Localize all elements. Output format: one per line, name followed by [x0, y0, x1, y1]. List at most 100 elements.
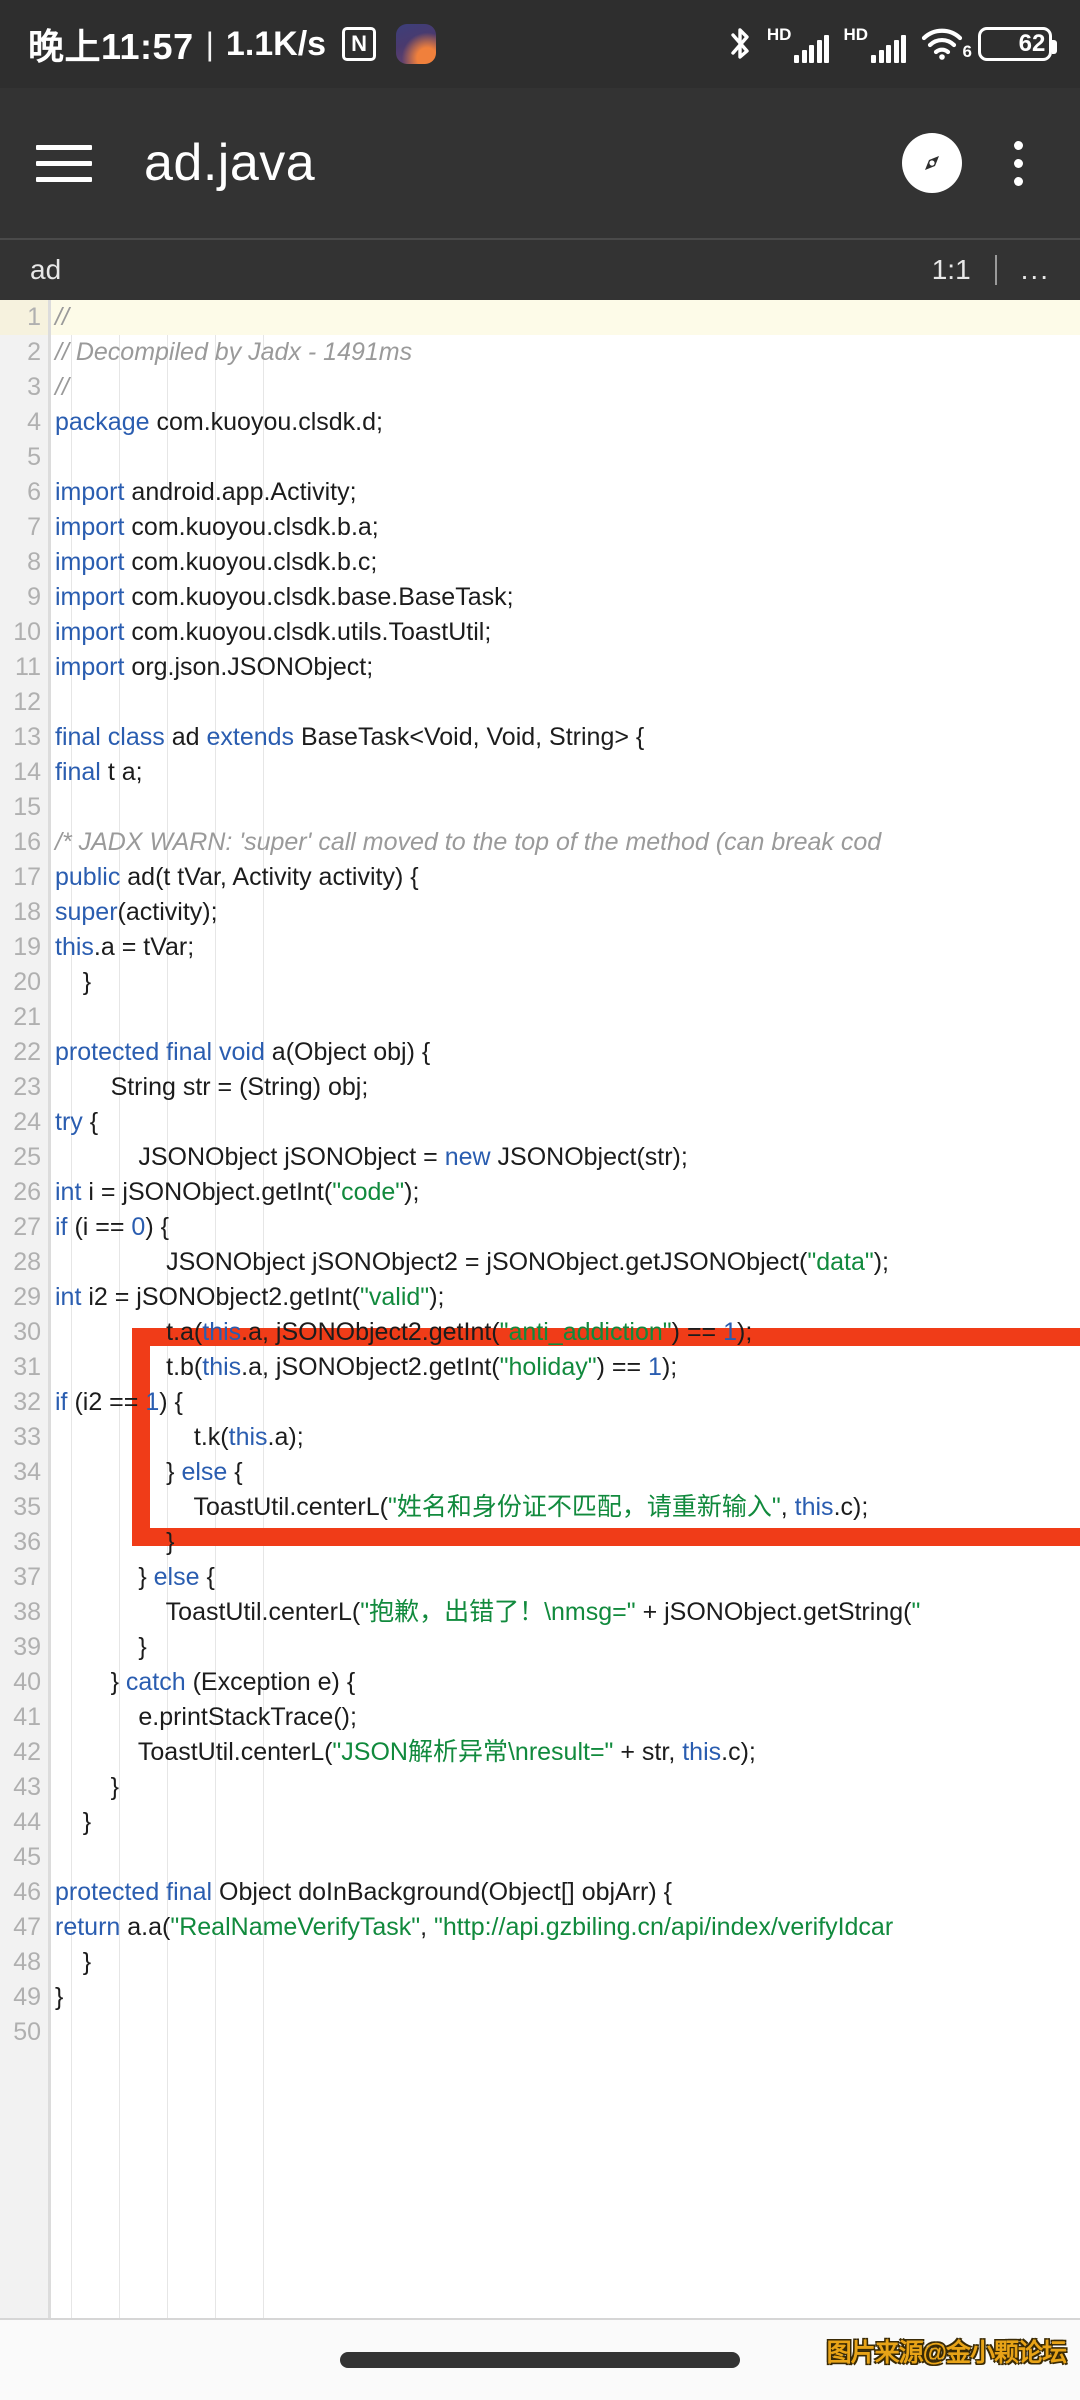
code-line-text[interactable]: ToastUtil.centerL("JSON解析异常\nresult=" + …	[51, 1735, 1080, 1770]
code-line[interactable]: 47 return a.a("RealNameVerifyTask", "htt…	[0, 1910, 1080, 1945]
code-line-text[interactable]	[51, 2015, 1080, 2050]
code-line[interactable]: 13 final class ad extends BaseTask<Void, …	[0, 720, 1080, 755]
code-line-text[interactable]: // Decompiled by Jadx - 1491ms	[51, 335, 1080, 370]
code-line[interactable]: 4 package com.kuoyou.clsdk.d;	[0, 405, 1080, 440]
code-line-text[interactable]: int i2 = jSONObject2.getInt("valid");	[51, 1280, 1080, 1315]
code-line-text[interactable]: final t a;	[51, 755, 1080, 790]
code-line-text[interactable]: super (activity);	[51, 895, 1080, 930]
code-line-text[interactable]: }	[51, 1630, 1080, 1665]
code-line-text[interactable]: t.k(this .a);	[51, 1420, 1080, 1455]
code-line-text[interactable]: protected final void a(Object obj) {	[51, 1035, 1080, 1070]
code-line-text[interactable]: public ad(t tVar, Activity activity) {	[51, 860, 1080, 895]
code-line[interactable]: 19 this .a = tVar;	[0, 930, 1080, 965]
open-tab-label[interactable]: ad	[30, 254, 932, 286]
code-line[interactable]: 16 /* JADX WARN: 'super' call moved to t…	[0, 825, 1080, 860]
code-line[interactable]: 20 }	[0, 965, 1080, 1000]
code-line-text[interactable]: /* JADX WARN: 'super' call moved to the …	[51, 825, 1080, 860]
code-line[interactable]: 12	[0, 685, 1080, 720]
code-line-text[interactable]	[51, 1000, 1080, 1035]
code-line[interactable]: 5	[0, 440, 1080, 475]
code-line[interactable]: 24 try {	[0, 1105, 1080, 1140]
code-line[interactable]: 37 } else {	[0, 1560, 1080, 1595]
code-line-text[interactable]: int i = jSONObject.getInt("code");	[51, 1175, 1080, 1210]
code-line[interactable]: 33 t.k(this .a);	[0, 1420, 1080, 1455]
code-line-text[interactable]: }	[51, 1805, 1080, 1840]
code-line-text[interactable]: e.printStackTrace();	[51, 1700, 1080, 1735]
code-line[interactable]: 3//	[0, 370, 1080, 405]
code-line-text[interactable]	[51, 685, 1080, 720]
code-line-text[interactable]: final class ad extends BaseTask<Void, Vo…	[51, 720, 1080, 755]
code-line[interactable]: 1//	[0, 300, 1080, 335]
code-line-text[interactable]: import com.kuoyou.clsdk.utils.ToastUtil;	[51, 615, 1080, 650]
code-line-text[interactable]: //	[51, 300, 1080, 335]
code-line-text[interactable]: } else {	[51, 1560, 1080, 1595]
code-line[interactable]: 46 protected final Object doInBackground…	[0, 1875, 1080, 1910]
code-line[interactable]: 11 import org.json.JSONObject;	[0, 650, 1080, 685]
code-line[interactable]: 42 ToastUtil.centerL("JSON解析异常\nresult="…	[0, 1735, 1080, 1770]
code-line[interactable]: 49}	[0, 1980, 1080, 2015]
code-line[interactable]: 50	[0, 2015, 1080, 2050]
gesture-nav-pill[interactable]	[340, 2352, 740, 2368]
code-line-text[interactable]: t.b(this .a, jSONObject2.getInt("holiday"…	[51, 1350, 1080, 1385]
code-line[interactable]: 28 JSONObject jSONObject2 = jSONObject.g…	[0, 1245, 1080, 1280]
code-line[interactable]: 39 }	[0, 1630, 1080, 1665]
code-line-text[interactable]: JSONObject jSONObject = new JSONObject(s…	[51, 1140, 1080, 1175]
code-line[interactable]: 6 import android.app.Activity;	[0, 475, 1080, 510]
code-line[interactable]: 2// Decompiled by Jadx - 1491ms	[0, 335, 1080, 370]
code-line[interactable]: 36 }	[0, 1525, 1080, 1560]
code-line[interactable]: 22 protected final void a(Object obj) {	[0, 1035, 1080, 1070]
code-line[interactable]: 8 import com.kuoyou.clsdk.b.c;	[0, 545, 1080, 580]
code-line-text[interactable]: t.a(this .a, jSONObject2.getInt("anti_add…	[51, 1315, 1080, 1350]
code-line-text[interactable]: JSONObject jSONObject2 = jSONObject.getJ…	[51, 1245, 1080, 1280]
code-line[interactable]: 40 } catch (Exception e) {	[0, 1665, 1080, 1700]
code-line[interactable]: 27 if (i == 0) {	[0, 1210, 1080, 1245]
code-line[interactable]: 41 e.printStackTrace();	[0, 1700, 1080, 1735]
code-line-text[interactable]: }	[51, 1525, 1080, 1560]
code-line-text[interactable]: //	[51, 370, 1080, 405]
code-line[interactable]: 34 } else {	[0, 1455, 1080, 1490]
code-line-text[interactable]: return a.a("RealNameVerifyTask", "http:/…	[51, 1910, 1080, 1945]
code-line[interactable]: 44 }	[0, 1805, 1080, 1840]
code-line-text[interactable]: } catch (Exception e) {	[51, 1665, 1080, 1700]
code-line-text[interactable]	[51, 440, 1080, 475]
code-line-text[interactable]: ToastUtil.centerL("姓名和身份证不匹配，请重新输入", thi…	[51, 1490, 1080, 1525]
code-line-text[interactable]: protected final Object doInBackground(Ob…	[51, 1875, 1080, 1910]
code-line[interactable]: 25 JSONObject jSONObject = new JSONObjec…	[0, 1140, 1080, 1175]
code-line-text[interactable]: import org.json.JSONObject;	[51, 650, 1080, 685]
compass-navigate-icon[interactable]	[902, 133, 962, 193]
code-line[interactable]: 18 super (activity);	[0, 895, 1080, 930]
code-line[interactable]: 38 ToastUtil.centerL("抱歉，出错了！\nmsg=" + j…	[0, 1595, 1080, 1630]
code-line[interactable]: 15	[0, 790, 1080, 825]
code-line[interactable]: 14 final t a;	[0, 755, 1080, 790]
code-line[interactable]: 23 String str = (String) obj;	[0, 1070, 1080, 1105]
code-line[interactable]: 31 t.b(this .a, jSONObject2.getInt("holid…	[0, 1350, 1080, 1385]
code-line-text[interactable]: }	[51, 1945, 1080, 1980]
code-line[interactable]: 9 import com.kuoyou.clsdk.base.BaseTask;	[0, 580, 1080, 615]
code-line-text[interactable]: ToastUtil.centerL("抱歉，出错了！\nmsg=" + jSON…	[51, 1595, 1080, 1630]
code-line[interactable]: 17 public ad(t tVar, Activity activity) …	[0, 860, 1080, 895]
code-line[interactable]: 10 import com.kuoyou.clsdk.utils.ToastUti…	[0, 615, 1080, 650]
code-line-text[interactable]: }	[51, 1770, 1080, 1805]
code-line-text[interactable]: import com.kuoyou.clsdk.base.BaseTask;	[51, 580, 1080, 615]
code-line-text[interactable]	[51, 790, 1080, 825]
kebab-overflow-icon[interactable]	[992, 140, 1044, 186]
code-line-text[interactable]: }	[51, 965, 1080, 1000]
hamburger-menu-icon[interactable]	[36, 144, 92, 182]
code-line[interactable]: 43 }	[0, 1770, 1080, 1805]
code-line[interactable]: 45	[0, 1840, 1080, 1875]
code-editor[interactable]: 1//2// Decompiled by Jadx - 1491ms 3//4 pa…	[0, 300, 1080, 2318]
code-line-text[interactable]: package com.kuoyou.clsdk.d;	[51, 405, 1080, 440]
code-line-text[interactable]: String str = (String) obj;	[51, 1070, 1080, 1105]
code-line[interactable]: 7 import com.kuoyou.clsdk.b.a;	[0, 510, 1080, 545]
code-line-text[interactable]: import com.kuoyou.clsdk.b.c;	[51, 545, 1080, 580]
code-line-text[interactable]: if (i2 == 1) {	[51, 1385, 1080, 1420]
code-line-text[interactable]: import com.kuoyou.clsdk.b.a;	[51, 510, 1080, 545]
code-line[interactable]: 30 t.a(this .a, jSONObject2.getInt("anti_…	[0, 1315, 1080, 1350]
code-line-text[interactable]: try {	[51, 1105, 1080, 1140]
code-line-text[interactable]: }	[51, 1980, 1080, 2015]
code-line-text[interactable]	[51, 1840, 1080, 1875]
code-line[interactable]: 29 int i2 = jSONObject2.getInt("valid");	[0, 1280, 1080, 1315]
code-line-text[interactable]: if (i == 0) {	[51, 1210, 1080, 1245]
code-line[interactable]: 48 }	[0, 1945, 1080, 1980]
code-line[interactable]: 21	[0, 1000, 1080, 1035]
